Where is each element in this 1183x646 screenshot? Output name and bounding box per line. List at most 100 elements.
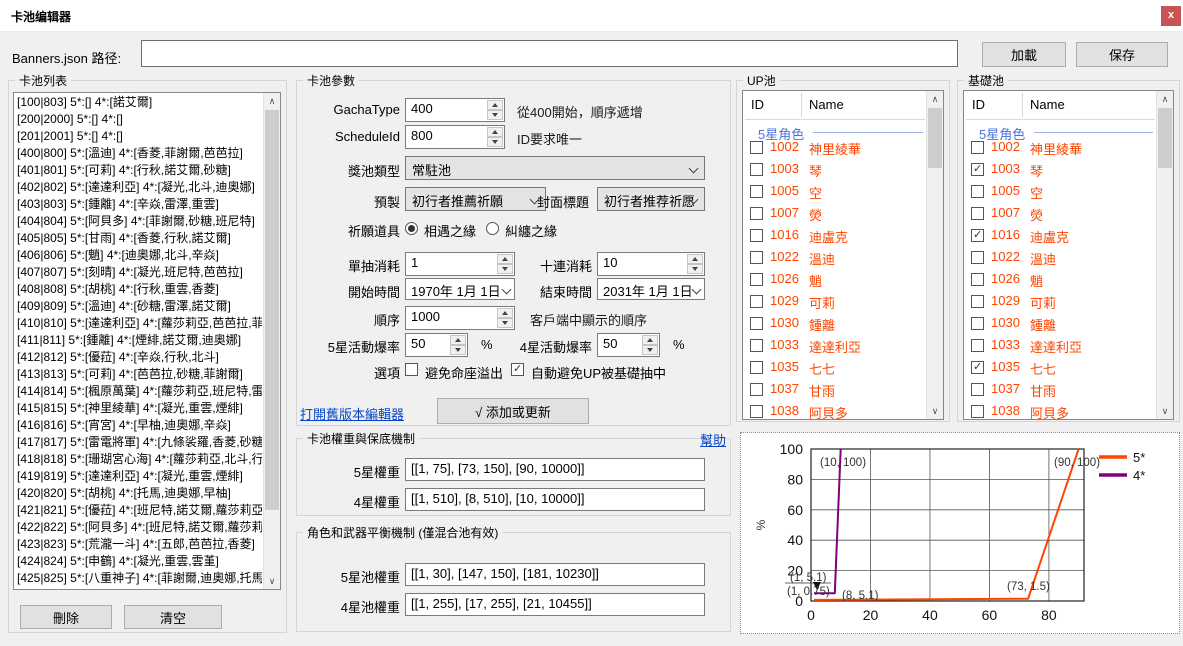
pool-listbox[interactable]: [100|803] 5*:[] 4*:[諾艾爾][200|2000] 5*:[]… <box>13 92 281 590</box>
scroll-down-icon[interactable]: ∨ <box>1157 403 1173 419</box>
path-input[interactable] <box>141 40 958 67</box>
pool-row-checkbox[interactable] <box>971 185 984 198</box>
banner-list-item[interactable]: [417|817] 5*:[雷電將軍] 4*:[九條裟羅,香菱,砂糖] <box>14 434 262 451</box>
scroll-thumb[interactable] <box>1158 108 1172 168</box>
pool-row-checkbox[interactable] <box>971 141 984 154</box>
banner-list-item[interactable]: [407|807] 5*:[刻晴] 4*:[凝光,班尼特,芭芭拉] <box>14 264 262 281</box>
pool-row-checkbox[interactable] <box>750 383 763 396</box>
pool-row-checkbox[interactable] <box>750 163 763 176</box>
pool-row-checkbox[interactable] <box>750 295 763 308</box>
banner-list-item[interactable]: [421|821] 5*:[優菈] 4*:[班尼特,諾艾爾,蘿莎莉亞] <box>14 502 262 519</box>
pool-row-checkbox[interactable] <box>971 405 984 418</box>
spin-down-button[interactable] <box>642 345 658 355</box>
spin-up-button[interactable] <box>487 100 503 110</box>
pool-row-checkbox[interactable] <box>750 339 763 352</box>
save-button[interactable]: 保存 <box>1076 42 1168 67</box>
pool-row-checkbox[interactable] <box>971 383 984 396</box>
pool-row-checkbox[interactable] <box>750 207 763 220</box>
pool-row-checkbox[interactable] <box>750 317 763 330</box>
banner-list-item[interactable]: [412|812] 5*:[優菈] 4*:[辛焱,行秋,北斗] <box>14 349 262 366</box>
delete-button[interactable]: 刪除 <box>20 605 112 629</box>
pool-row-checkbox[interactable] <box>750 361 763 374</box>
weight5-input[interactable]: [[1, 75], [73, 150], [90, 10000]] <box>405 458 705 481</box>
weight4-input[interactable]: [[1, 510], [8, 510], [10, 10000]] <box>405 488 705 511</box>
pool-type-select[interactable]: 常駐池 <box>405 156 705 180</box>
pool-row-checkbox[interactable] <box>750 273 763 286</box>
banner-list-item[interactable]: [415|815] 5*:[神里綾華] 4*:[凝光,重雲,煙緋] <box>14 400 262 417</box>
banner-list-item[interactable]: [420|820] 5*:[胡桃] 4*:[托馬,迪奧娜,早柚] <box>14 485 262 502</box>
scroll-thumb[interactable] <box>265 110 279 510</box>
pool-row-checkbox[interactable] <box>971 339 984 352</box>
banner-list-item[interactable]: [405|805] 5*:[甘雨] 4*:[香菱,行秋,諾艾爾] <box>14 230 262 247</box>
banner-list-item[interactable]: [406|806] 5*:[魈] 4*:[迪奧娜,北斗,辛焱] <box>14 247 262 264</box>
banner-list-item[interactable]: [200|2000] 5*:[] 4*:[] <box>14 111 262 128</box>
auto-avoid-up-label[interactable]: 自動避免UP被基礎抽中 <box>531 363 666 382</box>
banner-list-item[interactable]: [403|803] 5*:[鍾離] 4*:[辛焱,雷澤,重雲] <box>14 196 262 213</box>
banner-list-item[interactable]: [414|814] 5*:[楓原萬葉] 4*:[蘿莎莉亞,班尼特,雷澤] <box>14 383 262 400</box>
spin-up-button[interactable] <box>450 335 466 345</box>
spin-down-button[interactable] <box>687 264 703 274</box>
up-pool-scrollbar[interactable]: ∧ ∨ <box>926 91 943 419</box>
banner-list-item[interactable]: [422|822] 5*:[阿貝多] 4*:[班尼特,諾艾爾,蘿莎莉亞] <box>14 519 262 536</box>
banner-list-item[interactable]: [408|808] 5*:[胡桃] 4*:[行秋,重雲,香菱] <box>14 281 262 298</box>
avoid-constellation-checkbox[interactable] <box>405 363 418 376</box>
gachatype-input[interactable]: 400 <box>405 98 505 122</box>
rate4-input[interactable]: 50 <box>597 333 660 357</box>
preset-select[interactable]: 初行者推薦祈願 <box>405 187 546 211</box>
avoid-constellation-label[interactable]: 避免命座溢出 <box>425 363 503 382</box>
help-link[interactable]: 幫助 <box>700 430 726 449</box>
pool-row-checkbox[interactable] <box>971 361 984 374</box>
spin-down-button[interactable] <box>487 137 503 147</box>
spin-up-button[interactable] <box>687 254 703 264</box>
rate5-input[interactable]: 50 <box>405 333 468 357</box>
pool-row-checkbox[interactable] <box>750 251 763 264</box>
wish-item-radio-2[interactable] <box>486 222 499 235</box>
open-old-editor-link[interactable]: 打開舊版本編輯器 <box>300 404 404 423</box>
banner-list-item[interactable]: [400|800] 5*:[溫迪] 4*:[香菱,菲謝爾,芭芭拉] <box>14 145 262 162</box>
pool-weight5-input[interactable]: [[1, 30], [147, 150], [181, 10230]] <box>405 563 705 586</box>
scroll-up-icon[interactable]: ∧ <box>264 93 280 109</box>
pool-row-checkbox[interactable] <box>750 229 763 242</box>
scheduleid-input[interactable]: 800 <box>405 125 505 149</box>
scroll-up-icon[interactable]: ∧ <box>1157 91 1173 107</box>
add-or-update-button[interactable]: √ 添加或更新 <box>437 398 589 424</box>
banner-list-item[interactable]: [409|809] 5*:[溫迪] 4*:[砂糖,雷澤,諾艾爾] <box>14 298 262 315</box>
pool-row-checkbox[interactable] <box>750 185 763 198</box>
banner-list-item[interactable]: [402|802] 5*:[達達利亞] 4*:[凝光,北斗,迪奧娜] <box>14 179 262 196</box>
banner-list-item[interactable]: [100|803] 5*:[] 4*:[諾艾爾] <box>14 94 262 111</box>
close-button[interactable]: x <box>1161 6 1181 26</box>
order-input[interactable]: 1000 <box>405 306 515 330</box>
banner-list-item[interactable]: [404|804] 5*:[阿貝多] 4*:[菲謝爾,砂糖,班尼特] <box>14 213 262 230</box>
pool-row-checkbox[interactable] <box>750 141 763 154</box>
spin-down-button[interactable] <box>450 345 466 355</box>
banner-list-item[interactable]: [423|823] 5*:[荒瀧一斗] 4*:[五郎,芭芭拉,香菱] <box>14 536 262 553</box>
banner-list-item[interactable]: [413|813] 5*:[可莉] 4*:[芭芭拉,砂糖,菲謝爾] <box>14 366 262 383</box>
banner-list-item[interactable]: [419|819] 5*:[達達利亞] 4*:[凝光,重雲,煙緋] <box>14 468 262 485</box>
pool-row-checkbox[interactable] <box>971 273 984 286</box>
banner-list-item[interactable]: [410|810] 5*:[達達利亞] 4*:[蘿莎莉亞,芭芭拉,菲謝爾] <box>14 315 262 332</box>
pool-row-checkbox[interactable] <box>971 295 984 308</box>
pool-list-scrollbar[interactable]: ∧ ∨ <box>263 93 280 589</box>
wish-item-option-1[interactable]: 相遇之緣 <box>424 221 476 240</box>
scroll-down-icon[interactable]: ∨ <box>264 573 280 589</box>
spin-up-button[interactable] <box>642 335 658 345</box>
spin-up-button[interactable] <box>497 308 513 318</box>
ten-cost-input[interactable]: 10 <box>597 252 705 276</box>
spin-up-button[interactable] <box>487 127 503 137</box>
scroll-thumb[interactable] <box>928 108 942 168</box>
banner-list-item[interactable]: [425|825] 5*:[八重神子] 4*:[菲謝爾,迪奧娜,托馬] <box>14 570 262 587</box>
banner-list-item[interactable]: [416|816] 5*:[宵宮] 4*:[早柚,迪奧娜,辛焱] <box>14 417 262 434</box>
scroll-up-icon[interactable]: ∧ <box>927 91 943 107</box>
pool-row-checkbox[interactable] <box>971 163 984 176</box>
banner-list-item[interactable]: [424|824] 5*:[申鶴] 4*:[凝光,重雲,雲堇] <box>14 553 262 570</box>
banner-list-item[interactable]: [418|818] 5*:[珊瑚宮心海] 4*:[蘿莎莉亞,北斗,行秋] <box>14 451 262 468</box>
pool-row-checkbox[interactable] <box>971 207 984 220</box>
wish-item-radio-1[interactable] <box>405 222 418 235</box>
scroll-down-icon[interactable]: ∨ <box>927 403 943 419</box>
clear-button[interactable]: 清空 <box>124 605 222 629</box>
spin-down-button[interactable] <box>487 110 503 120</box>
auto-avoid-up-checkbox[interactable] <box>511 363 524 376</box>
wish-item-option-2[interactable]: 糾纏之緣 <box>505 221 557 240</box>
banner-list-item[interactable]: [201|2001] 5*:[] 4*:[] <box>14 128 262 145</box>
pool-row-checkbox[interactable] <box>750 405 763 418</box>
